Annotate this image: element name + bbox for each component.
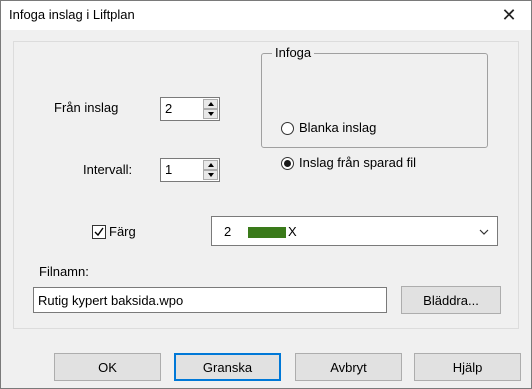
interval-down-button[interactable] xyxy=(203,170,218,180)
cancel-button[interactable]: Avbryt xyxy=(295,353,402,381)
help-button[interactable]: Hjälp xyxy=(414,353,521,381)
color-select-text: X xyxy=(288,224,297,239)
radio-picks-from-file-label[interactable]: Inslag från sparad fil xyxy=(299,155,416,170)
arrow-down-icon xyxy=(208,112,214,116)
browse-button[interactable]: Bläddra... xyxy=(401,286,501,314)
radio-blank-picks-label[interactable]: Blanka inslag xyxy=(299,120,376,135)
insert-group-title: Infoga xyxy=(272,45,315,60)
dialog-window: Infoga inslag i Liftplan ✕ Från inslag 2… xyxy=(0,0,532,389)
radio-picks-from-file[interactable] xyxy=(281,157,294,170)
interval-value: 1 xyxy=(165,162,173,177)
from-pick-label: Från inslag xyxy=(54,100,119,115)
filename-field[interactable]: Rutig kypert baksida.wpo xyxy=(33,287,387,313)
color-swatch xyxy=(248,227,286,238)
filename-value: Rutig kypert baksida.wpo xyxy=(38,293,184,308)
from-pick-value: 2 xyxy=(165,101,173,116)
color-select[interactable]: 2 X xyxy=(211,216,498,246)
close-icon: ✕ xyxy=(501,5,517,25)
arrow-up-icon xyxy=(208,102,214,106)
from-pick-down-button[interactable] xyxy=(203,109,218,119)
interval-up-button[interactable] xyxy=(203,160,218,170)
window-title: Infoga inslag i Liftplan xyxy=(9,7,135,22)
arrow-down-icon xyxy=(208,173,214,177)
color-label[interactable]: Färg xyxy=(109,224,136,239)
radio-blank-picks[interactable] xyxy=(281,122,294,135)
from-pick-spinner[interactable]: 2 xyxy=(160,97,220,121)
arrow-up-icon xyxy=(208,163,214,167)
checkmark-icon xyxy=(94,227,104,237)
ok-button[interactable]: OK xyxy=(54,353,161,381)
close-button[interactable]: ✕ xyxy=(487,1,531,30)
chevron-down-icon xyxy=(479,229,489,235)
color-select-number: 2 xyxy=(224,224,232,239)
interval-label: Intervall: xyxy=(83,162,133,177)
title-bar: Infoga inslag i Liftplan ✕ xyxy=(1,1,531,30)
color-checkbox[interactable] xyxy=(92,225,106,239)
from-pick-up-button[interactable] xyxy=(203,99,218,109)
filename-label: Filnamn: xyxy=(39,264,89,279)
preview-button[interactable]: Granska xyxy=(174,353,281,381)
interval-spinner[interactable]: 1 xyxy=(160,158,220,182)
